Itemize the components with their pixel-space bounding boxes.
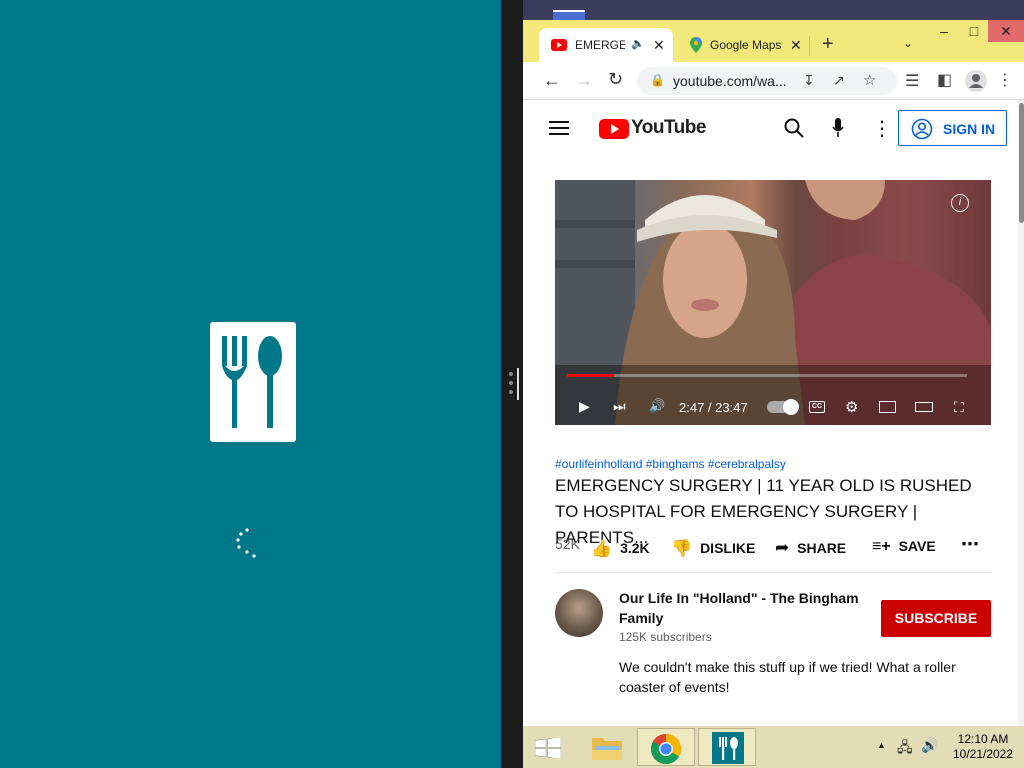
taskbar: ▲ 🖧 🔊 12:10 AM 10/21/2022: [523, 726, 1024, 768]
start-button[interactable]: [523, 728, 581, 766]
theater-mode-icon[interactable]: [915, 402, 933, 412]
close-tab-icon[interactable]: ✕: [790, 37, 802, 54]
tab-label: EMERGENCY: [575, 38, 625, 52]
tab-label: Google Maps: [710, 38, 782, 52]
network-icon[interactable]: 🖧: [897, 737, 913, 761]
food-app-pane: [0, 0, 501, 768]
volume-icon[interactable]: 🔊: [649, 398, 665, 414]
tab-youtube[interactable]: EMERGENCY 🔈 ✕: [539, 28, 673, 62]
scrollbar-thumb[interactable]: [1019, 103, 1024, 223]
info-icon[interactable]: i: [951, 194, 969, 212]
view-count: 52K: [555, 536, 580, 552]
share-arrow-icon: ➦: [775, 538, 790, 557]
window-titlebar: [523, 0, 1024, 20]
captions-icon[interactable]: CC: [809, 401, 825, 413]
address-bar[interactable]: 🔒 youtube.com/wa... ↧ ↗ ☆: [637, 67, 897, 95]
play-icon[interactable]: ▶: [579, 398, 590, 415]
miniplayer-icon[interactable]: [879, 401, 896, 413]
save-button[interactable]: ≡+ SAVE: [872, 538, 936, 556]
windows-logo-icon: [535, 738, 561, 758]
install-icon[interactable]: ↧: [803, 72, 815, 89]
forward-button[interactable]: →: [575, 70, 593, 91]
video-time: 2:47 / 23:47: [679, 400, 748, 415]
channel-name[interactable]: Our Life In "Holland" - The Bingham Fami…: [619, 588, 859, 628]
chrome-taskbar-button[interactable]: [637, 728, 695, 766]
playlist-add-icon: ≡+: [872, 538, 891, 555]
tab-search-chevron-icon[interactable]: ⌄: [903, 36, 913, 50]
thumbs-down-icon: 👎: [671, 539, 693, 558]
like-button[interactable]: 👍 3.2K: [591, 538, 650, 558]
video-description: We couldn't make this stuff up if we tri…: [619, 659, 956, 695]
close-tab-icon[interactable]: ✕: [653, 37, 665, 54]
subscribe-button[interactable]: SUBSCRIBE: [881, 600, 991, 637]
video-player[interactable]: i: [555, 180, 991, 425]
video-hashtags[interactable]: #ourlifeinholland #binghams #cerebralpal…: [555, 457, 786, 471]
chrome-window: – □ ✕ EMERGENCY 🔈 ✕ Google Maps ✕ + ⌄ ← …: [523, 0, 1024, 726]
sign-in-label: SIGN IN: [943, 121, 996, 137]
profile-icon[interactable]: [965, 70, 987, 92]
more-actions-icon[interactable]: ⋯: [961, 534, 979, 555]
share-icon[interactable]: ↗: [833, 72, 845, 89]
speaker-icon[interactable]: 🔈: [631, 37, 645, 50]
youtube-logo-icon[interactable]: [599, 119, 629, 139]
side-panel-icon[interactable]: ◧: [937, 70, 952, 90]
snap-divider-handle[interactable]: [507, 368, 519, 400]
lock-icon: 🔒: [650, 73, 665, 87]
subscriber-count: 125K subscribers: [619, 630, 712, 644]
chrome-icon: [650, 734, 682, 765]
youtube-header: YouTube ⋮ SIGN IN: [523, 100, 1018, 156]
video-frame-image: [555, 180, 991, 425]
bookmark-star-icon[interactable]: ☆: [863, 71, 876, 89]
dislike-button[interactable]: 👎 DISLIKE: [671, 538, 755, 558]
youtube-icon: [551, 39, 567, 51]
toolbar: ← → ↻ 🔒 youtube.com/wa... ↧ ↗ ☆ ☰ ◧ ⋮: [523, 62, 1024, 100]
settings-gear-icon[interactable]: ⚙: [845, 398, 858, 416]
divider: [555, 572, 991, 573]
fork-spoon-icon: [210, 322, 296, 442]
maximize-button[interactable]: □: [959, 20, 989, 42]
reload-button[interactable]: ↻: [608, 69, 623, 90]
search-icon[interactable]: [784, 118, 804, 138]
new-tab-button[interactable]: +: [822, 33, 834, 56]
clock-date: 10/21/2022: [952, 747, 1014, 761]
file-explorer-taskbar-button[interactable]: [579, 728, 637, 766]
microphone-icon[interactable]: [832, 118, 844, 138]
share-button[interactable]: ➦ SHARE: [775, 538, 846, 558]
fork-spoon-icon: [712, 732, 744, 764]
folder-icon: [592, 738, 622, 760]
tab-google-maps[interactable]: Google Maps ✕: [678, 28, 808, 62]
clock-time: 12:10 AM: [957, 732, 1009, 746]
volume-icon[interactable]: 🔊: [921, 737, 938, 754]
loading-spinner-icon: [233, 527, 259, 559]
thumbs-up-icon: 👍: [591, 539, 613, 558]
hamburger-menu-icon[interactable]: [549, 120, 569, 136]
minimize-button[interactable]: –: [929, 20, 959, 42]
maps-pin-icon: [690, 37, 702, 53]
youtube-logo-text[interactable]: YouTube: [631, 117, 706, 139]
back-button[interactable]: ←: [543, 70, 561, 91]
url-text: youtube.com/wa...: [673, 73, 787, 89]
close-window-button[interactable]: ✕: [988, 20, 1024, 42]
background-window-sliver: [553, 10, 585, 20]
sign-in-button[interactable]: SIGN IN: [898, 110, 1007, 146]
system-clock[interactable]: 12:10 AM 10/21/2022: [945, 732, 1021, 762]
food-app-taskbar-button[interactable]: [698, 728, 756, 766]
channel-avatar[interactable]: [555, 589, 603, 637]
video-progress-fill: [567, 374, 614, 377]
media-controls-icon[interactable]: ☰: [905, 71, 919, 91]
menu-kebab-icon[interactable]: ⋮: [997, 70, 1013, 90]
more-options-icon[interactable]: ⋮: [872, 116, 892, 141]
autoplay-toggle[interactable]: [767, 399, 799, 415]
video-progress-track[interactable]: [567, 374, 967, 377]
tab-separator: [809, 36, 810, 56]
show-hidden-icons-chevron[interactable]: ▲: [877, 740, 886, 750]
next-icon[interactable]: ⏭: [613, 398, 626, 415]
account-circle-icon: [911, 118, 933, 140]
taskbar-divider: [501, 726, 523, 768]
fullscreen-icon[interactable]: ⛶: [954, 399, 964, 416]
